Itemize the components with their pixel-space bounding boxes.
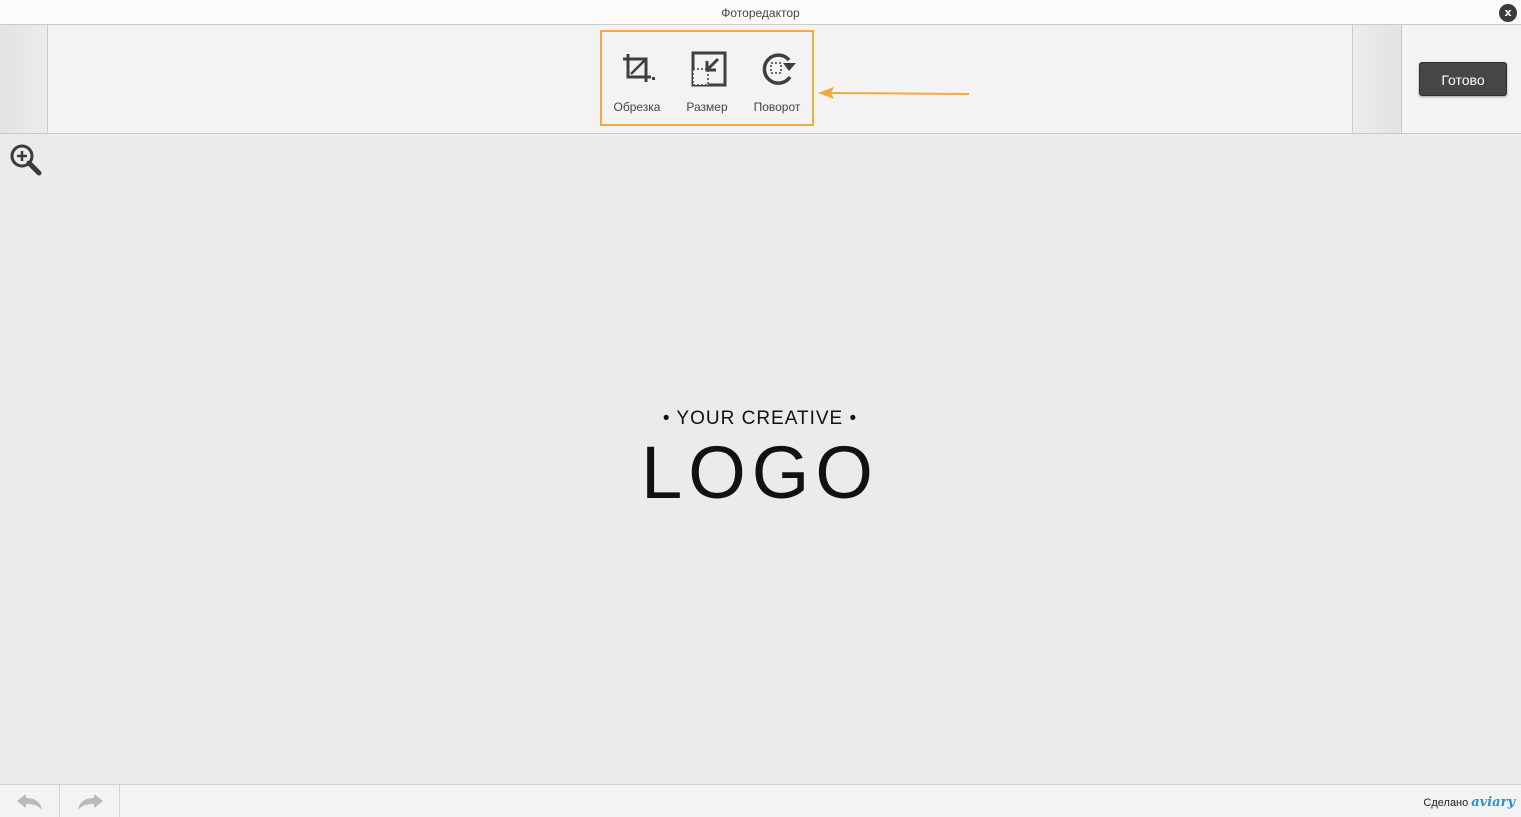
close-button[interactable]: x bbox=[1499, 4, 1517, 22]
done-button[interactable]: Готово bbox=[1419, 62, 1507, 96]
toolbar: Обрезка Размер Поворот Готово bbox=[0, 25, 1521, 134]
title-bar: Фоторедактор x bbox=[0, 0, 1521, 25]
tool-resize[interactable]: Размер bbox=[672, 32, 742, 124]
done-area: Готово bbox=[1403, 25, 1521, 133]
powered-by-text: Сделано bbox=[1423, 797, 1469, 809]
rotate-icon bbox=[762, 53, 796, 85]
toolbar-scroll-left[interactable] bbox=[0, 25, 48, 133]
undo-button[interactable] bbox=[0, 785, 60, 817]
crop-icon bbox=[623, 54, 655, 82]
tool-crop-label: Обрезка bbox=[613, 100, 661, 114]
zoom-in-icon[interactable] bbox=[9, 143, 43, 177]
tool-rotate-label: Поворот bbox=[753, 100, 801, 114]
tool-crop[interactable]: Обрезка bbox=[602, 32, 672, 124]
tools-highlight-box: Обрезка Размер Поворот bbox=[600, 30, 814, 126]
footer: Сделано aviary bbox=[0, 784, 1521, 817]
logo-text: LOGO bbox=[641, 431, 879, 514]
toolbar-scroll-right[interactable] bbox=[1352, 25, 1402, 133]
annotation-arrow-icon bbox=[818, 87, 970, 99]
redo-icon bbox=[78, 794, 103, 810]
tool-resize-label: Размер bbox=[686, 100, 728, 114]
redo-button[interactable] bbox=[60, 785, 120, 817]
resize-icon bbox=[691, 51, 727, 87]
aviary-logo[interactable]: aviary bbox=[1471, 795, 1515, 810]
undo-icon bbox=[17, 794, 42, 810]
logo-tagline: • YOUR CREATIVE • bbox=[662, 408, 858, 429]
window-title: Фоторедактор bbox=[721, 6, 800, 20]
powered-by: Сделано aviary bbox=[1423, 795, 1515, 810]
tool-rotate[interactable]: Поворот bbox=[742, 32, 812, 124]
